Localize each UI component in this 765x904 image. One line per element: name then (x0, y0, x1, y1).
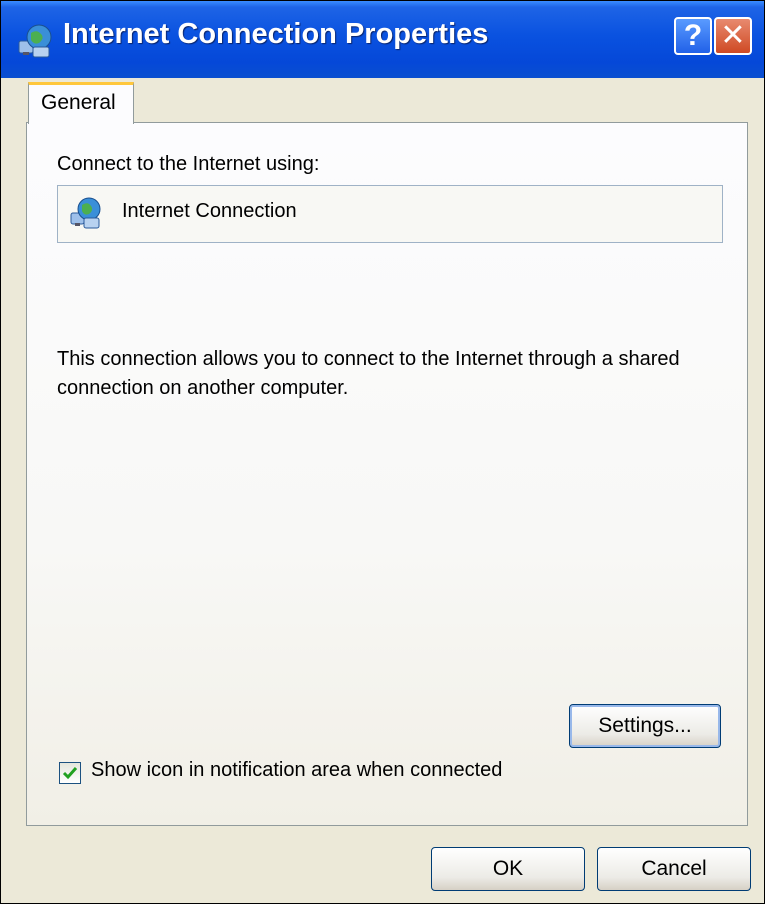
network-globe-icon (15, 21, 55, 61)
settings-button[interactable]: Settings... (569, 704, 721, 748)
close-button[interactable]: ✕ (714, 17, 752, 55)
connection-name: Internet Connection (122, 200, 297, 222)
ok-button[interactable]: OK (431, 847, 585, 891)
close-icon: ✕ (720, 19, 746, 52)
help-button[interactable]: ? (674, 17, 712, 55)
title-bar[interactable]: Internet Connection Properties ? ✕ (1, 1, 764, 78)
help-icon: ? (683, 19, 703, 52)
dialog-window: Internet Connection Properties ? ✕ Gener… (0, 0, 765, 904)
show-icon-label[interactable]: Show icon in notification area when conn… (91, 759, 502, 782)
connect-using-label: Connect to the Internet using: (57, 153, 320, 175)
checkmark-icon (60, 767, 80, 787)
dialog-client-area: General Connect to the Internet using: I… (1, 78, 764, 903)
general-tab-panel: Connect to the Internet using: Internet … (26, 122, 748, 826)
show-icon-checkbox[interactable] (59, 762, 81, 784)
tab-general[interactable]: General (28, 82, 134, 124)
connection-description: This connection allows you to connect to… (57, 348, 680, 399)
connection-box: Internet Connection (57, 185, 723, 243)
network-globe-icon (68, 195, 104, 231)
window-title: Internet Connection Properties (63, 18, 489, 50)
cancel-button[interactable]: Cancel (597, 847, 751, 891)
